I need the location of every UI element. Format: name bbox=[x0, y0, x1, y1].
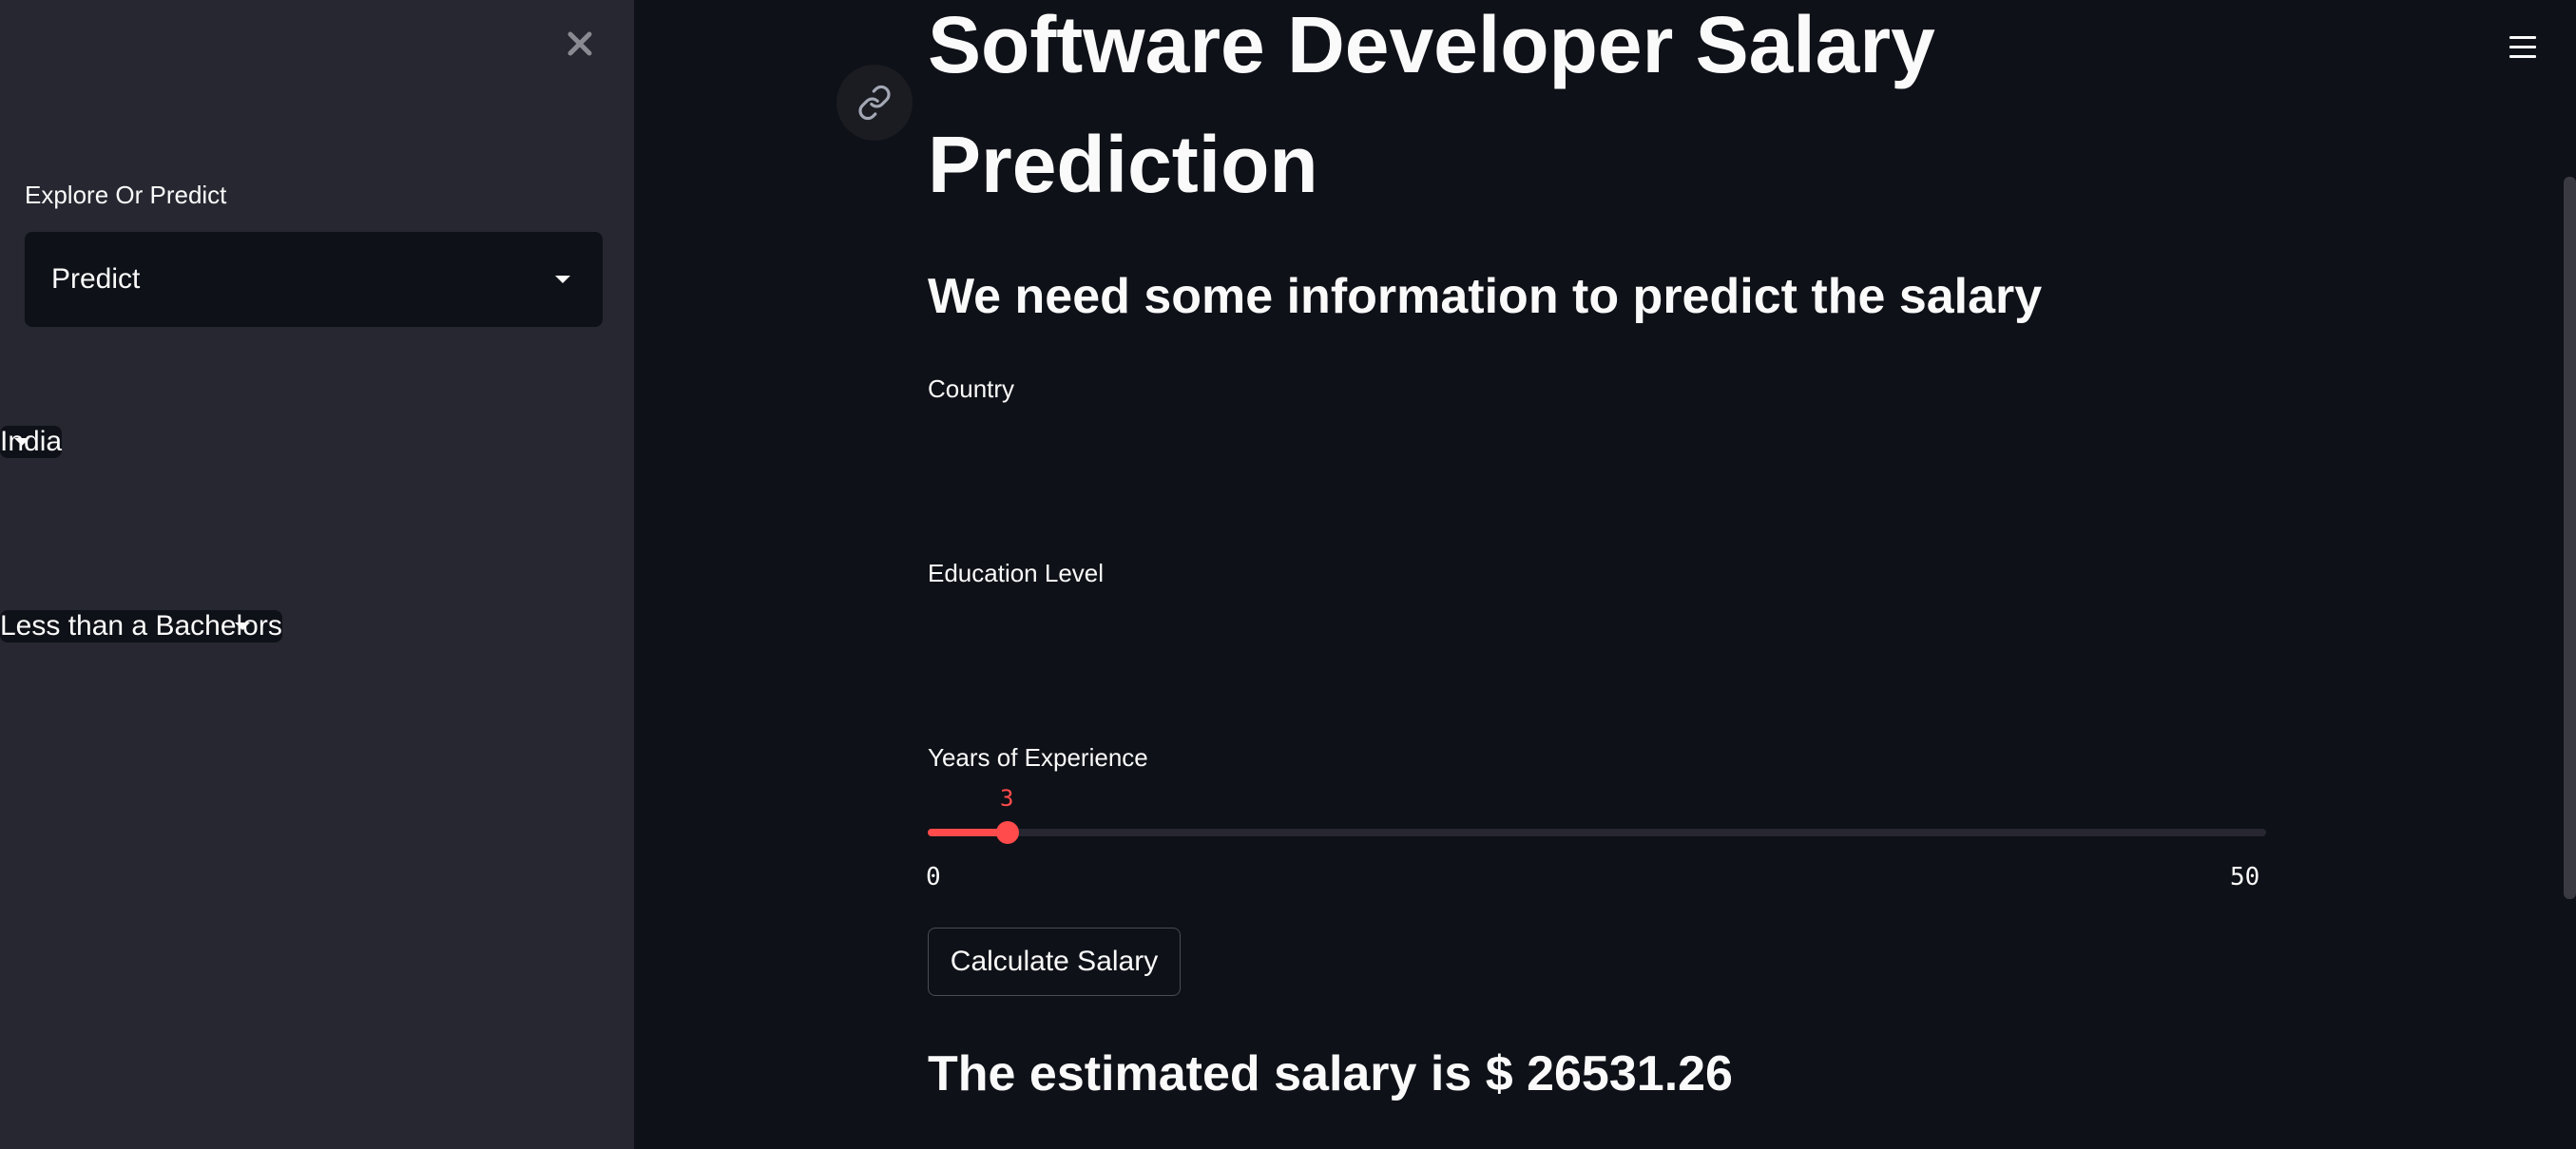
mode-select-value: Predict bbox=[51, 263, 141, 295]
experience-slider-value: 3 bbox=[1000, 785, 1014, 812]
close-icon bbox=[567, 31, 592, 56]
section-subtitle: We need some information to predict the … bbox=[928, 269, 2043, 324]
experience-slider[interactable] bbox=[928, 821, 2266, 844]
main-menu-button[interactable] bbox=[2504, 29, 2542, 67]
experience-slider-thumb[interactable] bbox=[996, 821, 1020, 844]
experience-slider-max: 50 bbox=[2230, 863, 2260, 891]
caret-down-icon bbox=[234, 622, 250, 630]
sidebar: Explore Or Predict Predict bbox=[0, 0, 634, 1149]
experience-label: Years of Experience bbox=[928, 743, 1148, 772]
experience-slider-min: 0 bbox=[926, 863, 941, 891]
page-title: Software Developer Salary Prediction bbox=[928, 0, 1935, 209]
salary-result: The estimated salary is $ 26531.26 bbox=[928, 1046, 1733, 1101]
country-select[interactable]: India bbox=[0, 426, 63, 458]
close-sidebar-button[interactable] bbox=[557, 21, 603, 67]
country-select-value: India bbox=[0, 426, 63, 457]
title-anchor-link[interactable] bbox=[836, 65, 913, 141]
education-select[interactable]: Less than a Bachelors bbox=[0, 610, 282, 642]
caret-down-icon bbox=[14, 438, 30, 446]
calculate-salary-button[interactable]: Calculate Salary bbox=[928, 928, 1181, 996]
education-label: Education Level bbox=[928, 559, 1105, 587]
mode-select[interactable]: Predict bbox=[25, 232, 603, 327]
caret-down-icon bbox=[555, 276, 570, 283]
app: Explore Or Predict Predict Software Deve… bbox=[0, 0, 2576, 1149]
country-label: Country bbox=[928, 374, 1015, 403]
mode-select-label: Explore Or Predict bbox=[25, 181, 227, 209]
link-icon bbox=[858, 85, 891, 121]
scrollbar-thumb[interactable] bbox=[2564, 177, 2576, 899]
hamburger-menu-icon bbox=[2509, 36, 2536, 39]
